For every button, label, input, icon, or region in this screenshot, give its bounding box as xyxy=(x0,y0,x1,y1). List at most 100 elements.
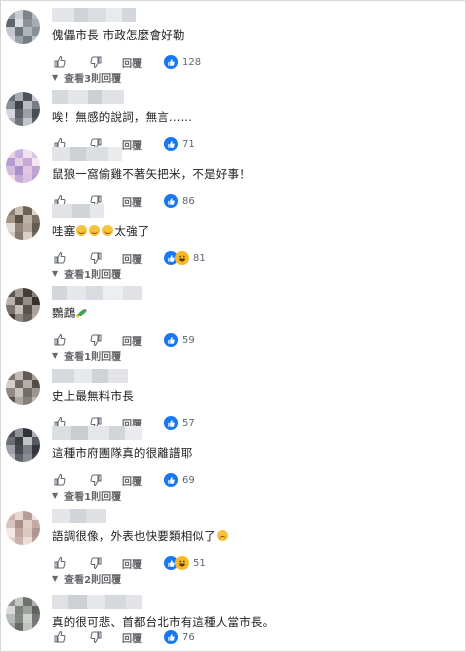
thumbs-down-icon[interactable] xyxy=(88,54,104,70)
avatar[interactable] xyxy=(6,206,40,240)
reaction-summary[interactable]: 71 xyxy=(164,137,195,151)
view-replies-link[interactable]: ▼ 查看2則回覆 xyxy=(52,571,121,586)
comment-text: 鸚鵡 xyxy=(52,305,88,322)
comment-actions: 回覆 128 xyxy=(52,54,201,70)
thumbs-up-icon[interactable] xyxy=(52,555,68,571)
commenter-name-blurred[interactable] xyxy=(52,426,142,440)
reply-button[interactable]: 回覆 xyxy=(122,556,142,571)
reaction-count: 57 xyxy=(182,417,195,429)
thumbs-up-icon[interactable] xyxy=(52,472,68,488)
thumbs-up-icon[interactable] xyxy=(52,332,68,348)
thumbs-down-icon[interactable] xyxy=(88,629,104,645)
comment-text: 真的很可悲、首都台北市有這種人當市長。 xyxy=(52,615,275,629)
reaction-summary[interactable]: 51 xyxy=(164,556,206,570)
like-reaction-icon xyxy=(164,630,178,644)
reaction-summary[interactable]: 59 xyxy=(164,333,195,347)
commenter-name-blurred[interactable] xyxy=(52,147,142,161)
comment-actions: 回覆 81 xyxy=(52,250,206,266)
thumbs-up-icon[interactable] xyxy=(52,250,68,266)
reaction-count: 71 xyxy=(182,138,195,150)
thumbs-down-icon[interactable] xyxy=(88,472,104,488)
reaction-count: 86 xyxy=(182,195,195,207)
grin-emoji-icon xyxy=(76,225,88,236)
comment-text: 這種市府團隊真的很離譜耶 xyxy=(52,446,193,460)
reaction-count: 51 xyxy=(193,557,206,569)
comment-text-suffix: 太強了 xyxy=(114,224,150,238)
chevron-down-icon: ▼ xyxy=(52,269,59,278)
reaction-summary[interactable]: 69 xyxy=(164,473,195,487)
view-replies-label: 查看1則回覆 xyxy=(64,492,122,503)
comment-text: 鼠狼一窩偷雞不著矢把米，不是好事！ xyxy=(52,167,251,181)
reply-button[interactable]: 回覆 xyxy=(122,55,142,70)
thumbs-up-icon[interactable] xyxy=(52,54,68,70)
like-reaction-icon xyxy=(164,55,178,69)
reply-button[interactable]: 回覆 xyxy=(122,333,142,348)
worried-emoji-icon xyxy=(216,530,228,541)
avatar[interactable] xyxy=(6,288,40,322)
view-replies-label: 查看3則回覆 xyxy=(64,74,122,85)
comment-text-prefix: 語調很像，外表也快要類相似了 xyxy=(52,529,216,543)
thumbs-down-icon[interactable] xyxy=(88,332,104,348)
view-replies-link[interactable]: ▼ 查看1則回覆 xyxy=(52,348,121,363)
comment-text: 唉！無感的說詞，無言...... xyxy=(52,110,193,124)
avatar[interactable] xyxy=(6,149,40,183)
reaction-summary[interactable]: 81 xyxy=(164,251,206,265)
avatar[interactable] xyxy=(6,92,40,126)
comment-actions: 回覆 76 xyxy=(52,629,195,645)
comment-actions: 回覆 69 xyxy=(52,472,195,488)
reaction-summary[interactable]: 76 xyxy=(164,630,195,644)
reply-button[interactable]: 回覆 xyxy=(122,473,142,488)
like-reaction-icon xyxy=(164,194,178,208)
chevron-down-icon: ▼ xyxy=(52,351,59,360)
avatar[interactable] xyxy=(6,597,40,631)
reaction-count: 69 xyxy=(182,474,195,486)
view-replies-link[interactable]: ▼ 查看1則回覆 xyxy=(52,266,121,281)
parrot-emoji-icon xyxy=(75,307,88,322)
reaction-count: 128 xyxy=(182,56,202,68)
reaction-summary[interactable]: 128 xyxy=(164,55,201,69)
view-replies-link[interactable]: ▼ 查看3則回覆 xyxy=(52,70,121,85)
chevron-down-icon: ▼ xyxy=(52,491,59,500)
comment-text: 語調很像，外表也快要類相似了 xyxy=(52,528,229,544)
comment-actions: 回覆 59 xyxy=(52,332,195,348)
reply-button[interactable]: 回覆 xyxy=(122,251,142,266)
thumbs-up-icon[interactable] xyxy=(52,629,68,645)
commenter-name-blurred[interactable] xyxy=(52,286,142,300)
comment-text: 傀儡市長 市政怎麼會好勒 xyxy=(52,28,185,42)
thumbs-down-icon[interactable] xyxy=(88,250,104,266)
commenter-name-blurred[interactable] xyxy=(52,509,142,523)
haha-reaction-icon xyxy=(175,556,189,570)
like-reaction-icon xyxy=(164,137,178,151)
comment-actions: 回覆 51 xyxy=(52,555,206,571)
chevron-down-icon: ▼ xyxy=(52,574,59,583)
view-replies-label: 查看1則回覆 xyxy=(64,352,122,363)
commenter-name-blurred[interactable] xyxy=(52,204,142,218)
commenter-name-blurred[interactable] xyxy=(52,8,142,22)
view-replies-label: 查看2則回覆 xyxy=(64,575,122,586)
chevron-down-icon: ▼ xyxy=(52,73,59,82)
grin-emoji-icon xyxy=(102,225,114,236)
avatar[interactable] xyxy=(6,371,40,405)
comment-text-prefix: 鸚鵡 xyxy=(52,306,76,320)
commenter-name-blurred[interactable] xyxy=(52,90,142,104)
reaction-summary[interactable]: 86 xyxy=(164,194,195,208)
view-replies-link[interactable]: ▼ 查看1則回覆 xyxy=(52,488,121,503)
comment-text: 史上最無料市長 xyxy=(52,389,134,403)
reaction-summary[interactable]: 57 xyxy=(164,416,195,430)
reaction-count: 76 xyxy=(182,631,195,643)
like-reaction-icon xyxy=(164,416,178,430)
avatar[interactable] xyxy=(6,511,40,545)
reaction-count: 59 xyxy=(182,334,195,346)
grin-emoji-icon xyxy=(89,225,101,236)
reaction-count: 81 xyxy=(193,252,206,264)
haha-reaction-icon xyxy=(175,251,189,265)
view-replies-label: 查看1則回覆 xyxy=(64,270,122,281)
reply-button[interactable]: 回覆 xyxy=(122,630,142,645)
comment-text-prefix: 哇塞 xyxy=(52,224,76,238)
avatar[interactable] xyxy=(6,10,40,44)
thumbs-down-icon[interactable] xyxy=(88,555,104,571)
avatar[interactable] xyxy=(6,428,40,462)
commenter-name-blurred[interactable] xyxy=(52,369,142,383)
commenter-name-blurred[interactable] xyxy=(52,595,142,609)
like-reaction-icon xyxy=(164,333,178,347)
